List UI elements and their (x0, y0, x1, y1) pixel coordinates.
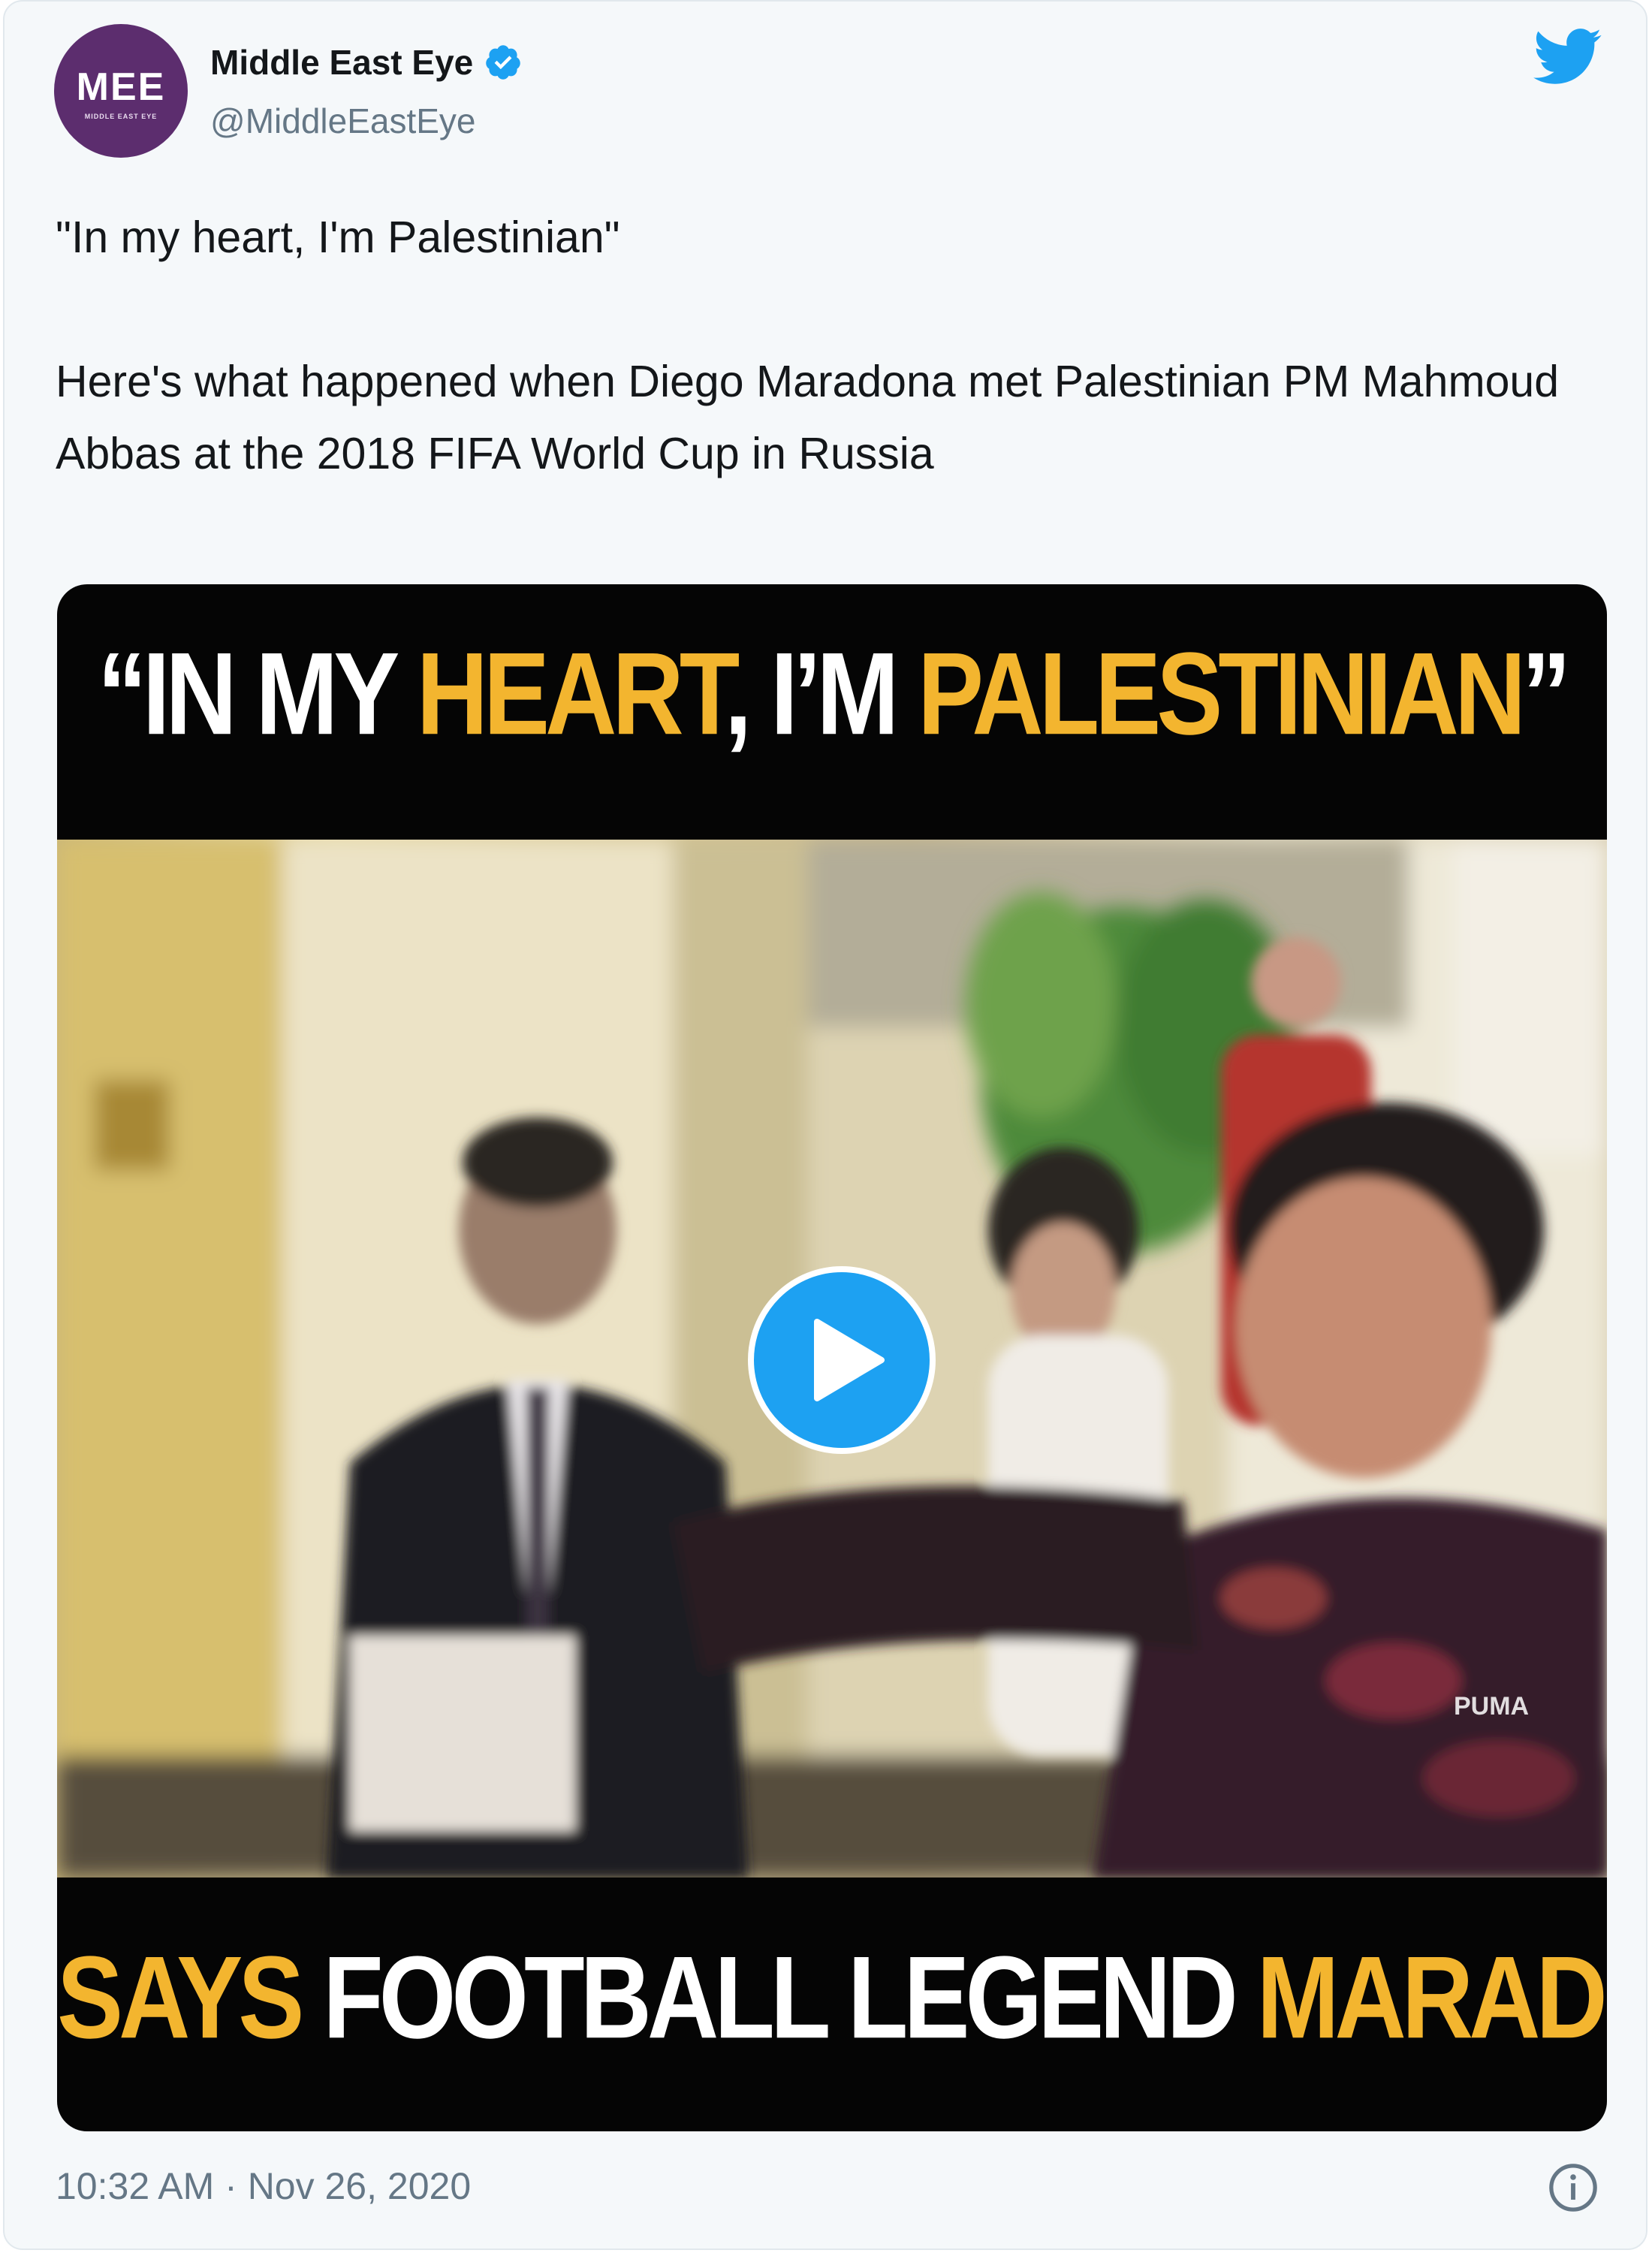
headline-part-3: , I’M (724, 628, 918, 759)
play-icon (814, 1319, 885, 1401)
avatar[interactable]: MEE MIDDLE EAST EYE (54, 24, 188, 158)
tweet-body: Here's what happened when Diego Maradona… (56, 357, 1560, 478)
tweet-timestamp[interactable]: 10:32 AM · Nov 26, 2020 (56, 2164, 471, 2208)
account-name-row[interactable]: Middle East Eye (210, 42, 523, 83)
subline-part-1: SAYS (57, 1932, 324, 2063)
play-button[interactable] (748, 1266, 936, 1454)
twitter-bird-icon[interactable] (1533, 27, 1602, 87)
account-name[interactable]: Middle East Eye (210, 42, 473, 83)
jersey-logo-text: PUMA (1454, 1692, 1529, 1721)
tweet-text: "In my heart, I'm Palestinian" Here's wh… (56, 201, 1602, 490)
video-headline: “IN MY HEART, I’M PALESTINIAN” (57, 626, 1607, 760)
headline-close-quote: ” (1521, 628, 1571, 759)
headline-part-2: HEART (416, 628, 729, 759)
subline-part-2: FOOTBALL LEGEND (323, 1932, 1257, 2063)
tweet-quote: "In my heart, I'm Palestinian" (56, 213, 620, 262)
account-handle[interactable]: @MiddleEastEye (210, 101, 476, 141)
verified-badge-icon (486, 45, 520, 80)
tweet-card[interactable]: MEE MIDDLE EAST EYE Middle East Eye @Mid… (3, 0, 1647, 2250)
headline-part-1: IN MY (142, 628, 417, 759)
subline-part-3: MARADONA (1256, 1932, 1607, 2063)
avatar-tagline: MIDDLE EAST EYE (84, 113, 158, 120)
video-subline: SAYS FOOTBALL LEGEND MARADONA (57, 1930, 1607, 2064)
headline-part-4: PALESTINIAN (918, 628, 1526, 759)
info-icon[interactable] (1547, 2161, 1599, 2214)
video-player[interactable]: “IN MY HEART, I’M PALESTINIAN” PUMA SAYS… (57, 584, 1607, 2131)
avatar-logo-text: MEE (76, 65, 166, 109)
headline-open-quote: “ (97, 628, 147, 759)
